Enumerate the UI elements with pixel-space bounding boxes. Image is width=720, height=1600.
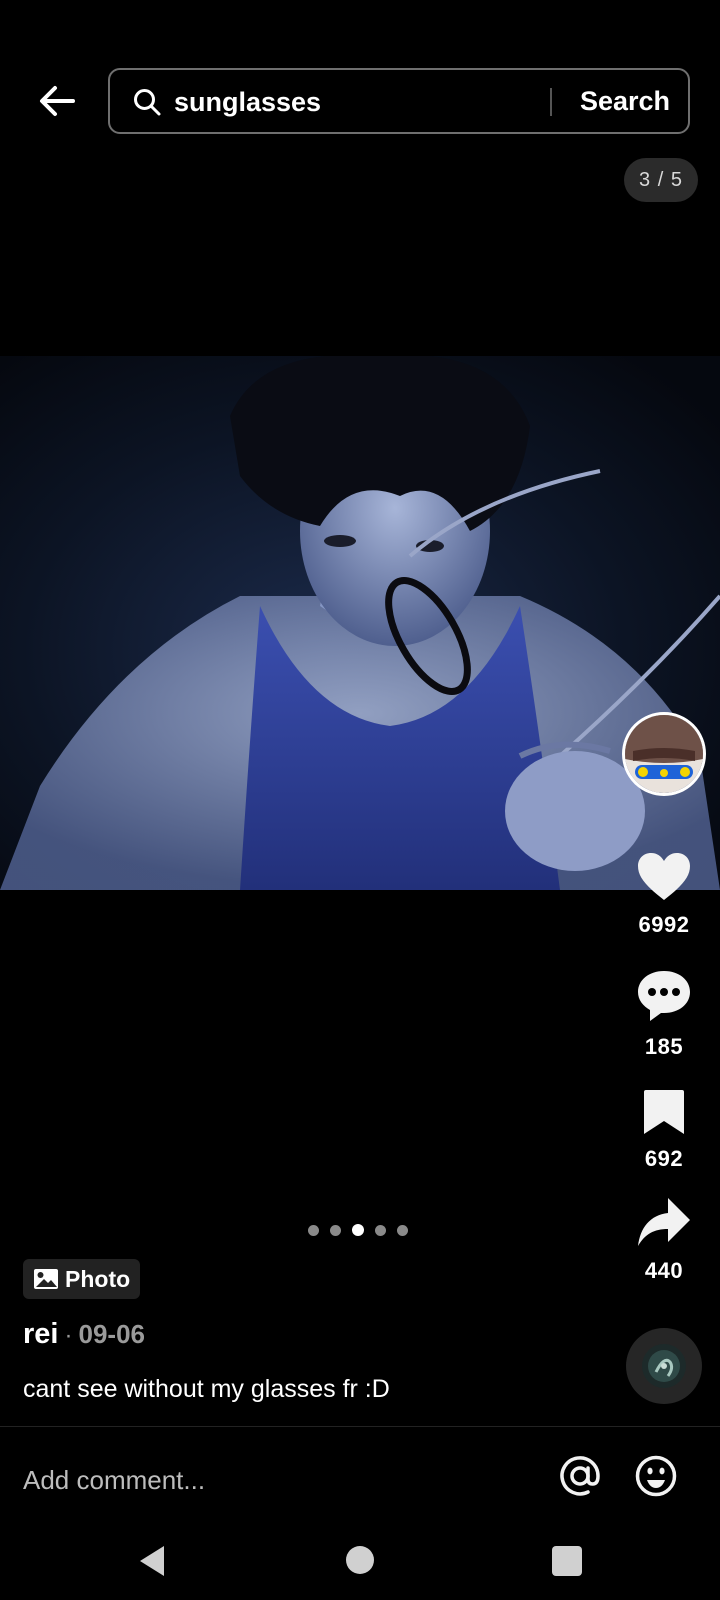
photo-type-tag: Photo bbox=[23, 1259, 141, 1299]
save-count: 692 bbox=[644, 1146, 684, 1171]
comment-count: 185 bbox=[644, 1034, 684, 1059]
comment-button[interactable]: 185 bbox=[630, 968, 698, 1060]
post-photo[interactable] bbox=[0, 356, 720, 890]
share-button[interactable]: 440 bbox=[630, 1196, 698, 1284]
author-name[interactable]: rei bbox=[23, 1318, 58, 1351]
pagination-dot bbox=[375, 1224, 386, 1236]
pagination-dot bbox=[397, 1224, 408, 1236]
pagination-dot bbox=[308, 1224, 319, 1236]
search-button[interactable]: Search bbox=[560, 70, 690, 132]
pagination-dot-active bbox=[352, 1224, 364, 1236]
music-disc-icon bbox=[642, 1344, 686, 1388]
author-avatar[interactable] bbox=[622, 712, 706, 796]
image-icon bbox=[34, 1269, 58, 1289]
at-icon bbox=[560, 1456, 600, 1496]
post-photo-illustration bbox=[0, 356, 720, 890]
search-divider bbox=[550, 88, 552, 116]
comment-bar-divider bbox=[0, 1426, 720, 1427]
back-button[interactable] bbox=[34, 78, 80, 124]
photo-pagination-dots bbox=[308, 1224, 408, 1236]
square-recents-icon[interactable] bbox=[552, 1546, 582, 1576]
search-icon bbox=[134, 89, 161, 116]
post-date: 09-06 bbox=[78, 1319, 145, 1349]
emoji-button[interactable] bbox=[634, 1454, 678, 1498]
avatar-image bbox=[625, 715, 703, 793]
pagination-dot bbox=[330, 1224, 341, 1236]
bookmark-icon bbox=[644, 1090, 684, 1134]
save-button[interactable]: 692 bbox=[630, 1088, 698, 1172]
author-row: rei · 09-06 bbox=[23, 1318, 145, 1351]
emoji-icon bbox=[635, 1455, 677, 1497]
photo-type-label: Photo bbox=[65, 1265, 131, 1292]
triangle-back-icon[interactable] bbox=[136, 1544, 168, 1578]
post-caption: cant see without my glasses fr :D bbox=[23, 1375, 390, 1403]
search-bar[interactable]: sunglasses Search bbox=[108, 68, 690, 134]
circle-home-icon[interactable] bbox=[346, 1546, 374, 1574]
comment-icon bbox=[638, 971, 690, 1021]
like-button[interactable]: 6992 bbox=[630, 852, 698, 938]
comment-input[interactable]: Add comment... bbox=[23, 1458, 523, 1502]
search-input[interactable]: sunglasses bbox=[174, 84, 321, 120]
post-viewer-screen: sunglasses Search 3 / 5 6992 185 692 440… bbox=[0, 0, 720, 1600]
heart-icon bbox=[638, 853, 690, 900]
share-count: 440 bbox=[644, 1258, 684, 1283]
music-disc-button[interactable] bbox=[626, 1328, 702, 1404]
arrow-left-icon bbox=[40, 86, 75, 116]
like-count: 6992 bbox=[638, 912, 690, 937]
share-icon bbox=[638, 1198, 690, 1246]
photo-index-badge: 3 / 5 bbox=[624, 158, 698, 202]
mention-button[interactable] bbox=[558, 1454, 602, 1498]
meta-separator: · bbox=[64, 1322, 73, 1349]
